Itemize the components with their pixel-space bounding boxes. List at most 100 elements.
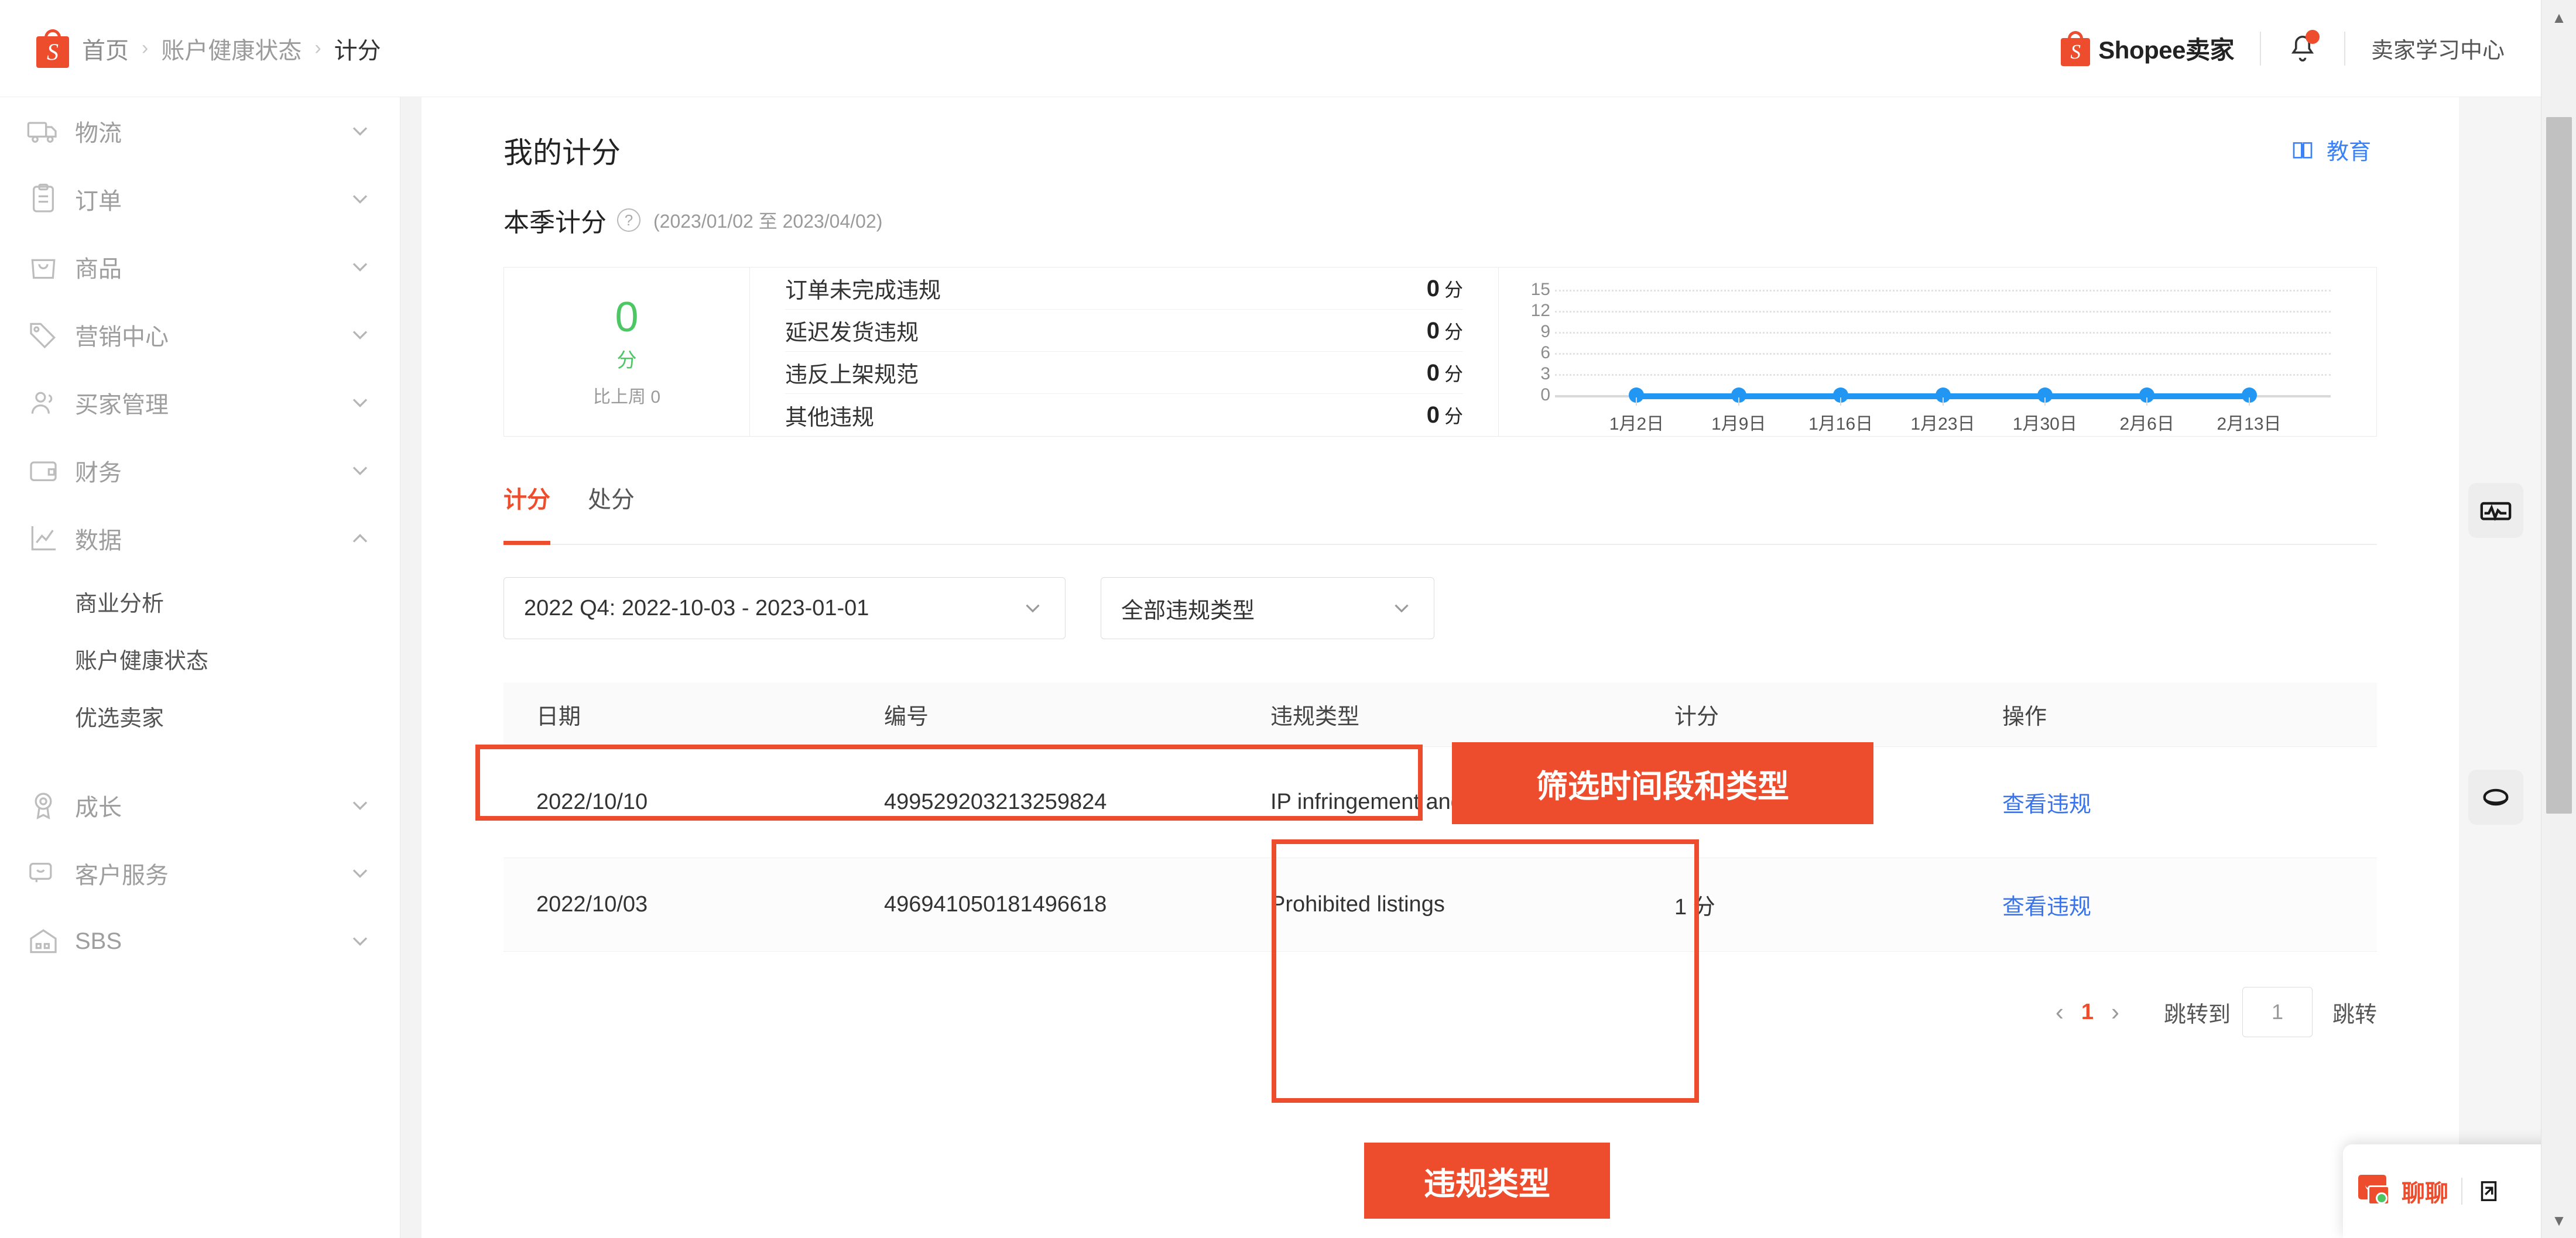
warehouse-icon — [27, 925, 60, 958]
sidebar-subitem-business-analysis[interactable]: 商业分析 — [0, 572, 400, 630]
sidebar-subitem-preferred-seller[interactable]: 优选卖家 — [0, 687, 400, 745]
view-violation-link[interactable]: 查看违规 — [2002, 786, 2091, 818]
pagination-current-page[interactable]: 1 — [2081, 1000, 2094, 1025]
shopee-logo-icon[interactable]: S — [36, 29, 69, 68]
violation-value: 0 — [1427, 276, 1440, 301]
chart-x-tick — [1636, 397, 1637, 406]
cell-id: 499529203213259824 — [884, 790, 1270, 815]
top-header: S 首页 › 账户健康状态 › 计分 S Shopee卖家 — [0, 0, 2541, 97]
chevron-down-icon — [347, 458, 373, 483]
annotation-violation-type: 违规类型 — [1364, 1143, 1610, 1219]
section-title: 本季计分 — [503, 201, 607, 239]
pagination: ‹ 1 › 跳转到 1 跳转 — [503, 987, 2377, 1037]
violation-type-filter-value: 全部违规类型 — [1121, 592, 1389, 625]
period-filter-value: 2022 Q4: 2022-10-03 - 2023-01-01 — [524, 596, 1020, 621]
breadcrumb-separator-1: › — [142, 37, 148, 60]
chart-y-tick-label: 6 — [1509, 343, 1550, 363]
chart-x-tick — [2044, 397, 2046, 406]
pagination-jump-input[interactable]: 1 — [2242, 987, 2313, 1037]
expand-icon[interactable] — [2475, 1178, 2502, 1205]
sidebar-item-buyer-management[interactable]: 买家管理 — [0, 369, 400, 437]
chart-y-tick-label: 15 — [1509, 280, 1550, 300]
sidebar-item-sbs[interactable]: SBS — [0, 907, 400, 975]
total-score-unit: 分 — [617, 344, 637, 373]
violation-label: 延迟发货违规 — [785, 314, 919, 347]
column-header-date: 日期 — [503, 683, 884, 746]
chart-x-tick-label: 2月13日 — [2217, 409, 2281, 435]
column-header-violation-type: 违规类型 — [1270, 683, 1674, 746]
column-header-action: 操作 — [2002, 683, 2377, 746]
chart-x-tick-label: 1月23日 — [1910, 409, 1975, 435]
chevron-down-icon — [347, 860, 373, 886]
sidebar-item-customer-service[interactable]: 客户服务 — [0, 839, 400, 907]
chart-y-tick-label: 9 — [1509, 322, 1550, 342]
sidebar-item-logistics[interactable]: 物流 — [0, 97, 400, 165]
sidebar-item-products[interactable]: 商品 — [0, 233, 400, 301]
shopee-logo-letter: S — [36, 36, 69, 68]
section-date-range: (2023/01/02 至 2023/04/02) — [653, 207, 882, 234]
chart-gridline — [1555, 353, 2331, 355]
sidebar-item-data[interactable]: 数据 — [0, 505, 400, 572]
breadcrumb-item-points: 计分 — [334, 32, 381, 66]
chart-icon — [27, 522, 60, 555]
seller-learning-center-link[interactable]: 卖家学习中心 — [2371, 32, 2505, 64]
pagination-prev-button[interactable]: ‹ — [2056, 998, 2064, 1026]
scrollbar-up-arrow[interactable]: ▲ — [2541, 0, 2576, 35]
chart-y-tick-label: 3 — [1509, 364, 1550, 384]
shopee-bag-icon: S — [2061, 31, 2090, 66]
tab-points[interactable]: 计分 — [503, 481, 550, 544]
sidebar-item-finance[interactable]: 财务 — [0, 437, 400, 505]
chart-x-tick-label: 1月16日 — [1808, 409, 1873, 435]
wallet-icon — [27, 454, 60, 487]
tab-penalties[interactable]: 处分 — [588, 481, 635, 544]
sidebar-label-growth: 成长 — [75, 788, 347, 822]
violation-label: 订单未完成违规 — [785, 272, 941, 304]
violation-label: 其他违规 — [785, 399, 874, 431]
notification-badge-dot — [2306, 30, 2320, 44]
education-link[interactable]: 教育 — [2289, 133, 2371, 166]
violation-type-filter-select[interactable]: 全部违规类型 — [1101, 577, 1434, 639]
cell-date: 2022/10/10 — [503, 790, 884, 815]
question-mark-icon[interactable]: ? — [617, 208, 640, 232]
pagination-next-button[interactable]: › — [2111, 998, 2119, 1026]
sidebar-item-orders[interactable]: 订单 — [0, 165, 400, 233]
violation-unit: 分 — [1444, 279, 1463, 300]
violation-breakdown-list: 订单未完成违规 0分 延迟发货违规 0分 违反上架规范 0分 其他违规 0分 — [750, 268, 1498, 436]
chevron-down-icon — [347, 322, 373, 348]
cell-date: 2022/10/03 — [503, 892, 884, 917]
pagination-jump-button[interactable]: 跳转 — [2332, 996, 2377, 1028]
chevron-down-icon — [347, 793, 373, 818]
chevron-down-icon — [347, 186, 373, 212]
header-divider-1 — [2260, 32, 2261, 66]
shopee-bag-letter: S — [2061, 38, 2090, 66]
notification-button[interactable] — [2287, 31, 2318, 66]
chart-x-tick-label: 2月6日 — [2119, 409, 2174, 435]
sidebar-subitem-account-health[interactable]: 账户健康状态 — [0, 630, 400, 687]
browser-scrollbar[interactable]: ▲ ▼ — [2541, 0, 2576, 1238]
breadcrumb-item-account-health[interactable]: 账户健康状态 — [161, 32, 302, 66]
section-header: 本季计分 ? (2023/01/02 至 2023/04/02) — [503, 201, 882, 239]
chevron-up-icon — [347, 526, 373, 551]
sidebar-item-marketing[interactable]: 营销中心 — [0, 301, 400, 369]
shopee-seller-logo[interactable]: S Shopee卖家 — [2061, 30, 2234, 66]
chevron-down-icon — [347, 390, 373, 416]
tab-bar: 计分 处分 — [503, 481, 2377, 545]
breadcrumb-item-home[interactable]: 首页 — [82, 32, 129, 66]
sidebar-label-finance: 财务 — [75, 454, 347, 488]
chart-x-tick — [1840, 397, 1841, 406]
scrollbar-down-arrow[interactable]: ▼ — [2541, 1203, 2576, 1238]
view-violation-link[interactable]: 查看违规 — [2002, 889, 2091, 921]
sidebar-nav: 物流 订单 商品 营销中心 买家管理 财务 — [0, 97, 400, 1238]
float-button-eye-scan[interactable] — [2468, 770, 2523, 825]
chat-widget[interactable]: 聊聊 — [2343, 1144, 2565, 1238]
violation-row: 订单未完成违规 0分 — [785, 268, 1463, 310]
float-button-activity-monitor[interactable] — [2468, 483, 2523, 538]
chart-gridline — [1555, 311, 2331, 313]
sidebar-scroll-track[interactable] — [400, 97, 422, 1238]
period-filter-select[interactable]: 2022 Q4: 2022-10-03 - 2023-01-01 — [503, 577, 1066, 639]
sidebar-item-growth[interactable]: 成长 — [0, 771, 400, 839]
column-header-id: 编号 — [884, 683, 1270, 746]
brand-text: Shopee卖家 — [2098, 30, 2234, 66]
chevron-down-icon — [347, 928, 373, 954]
scrollbar-thumb[interactable] — [2546, 117, 2572, 814]
